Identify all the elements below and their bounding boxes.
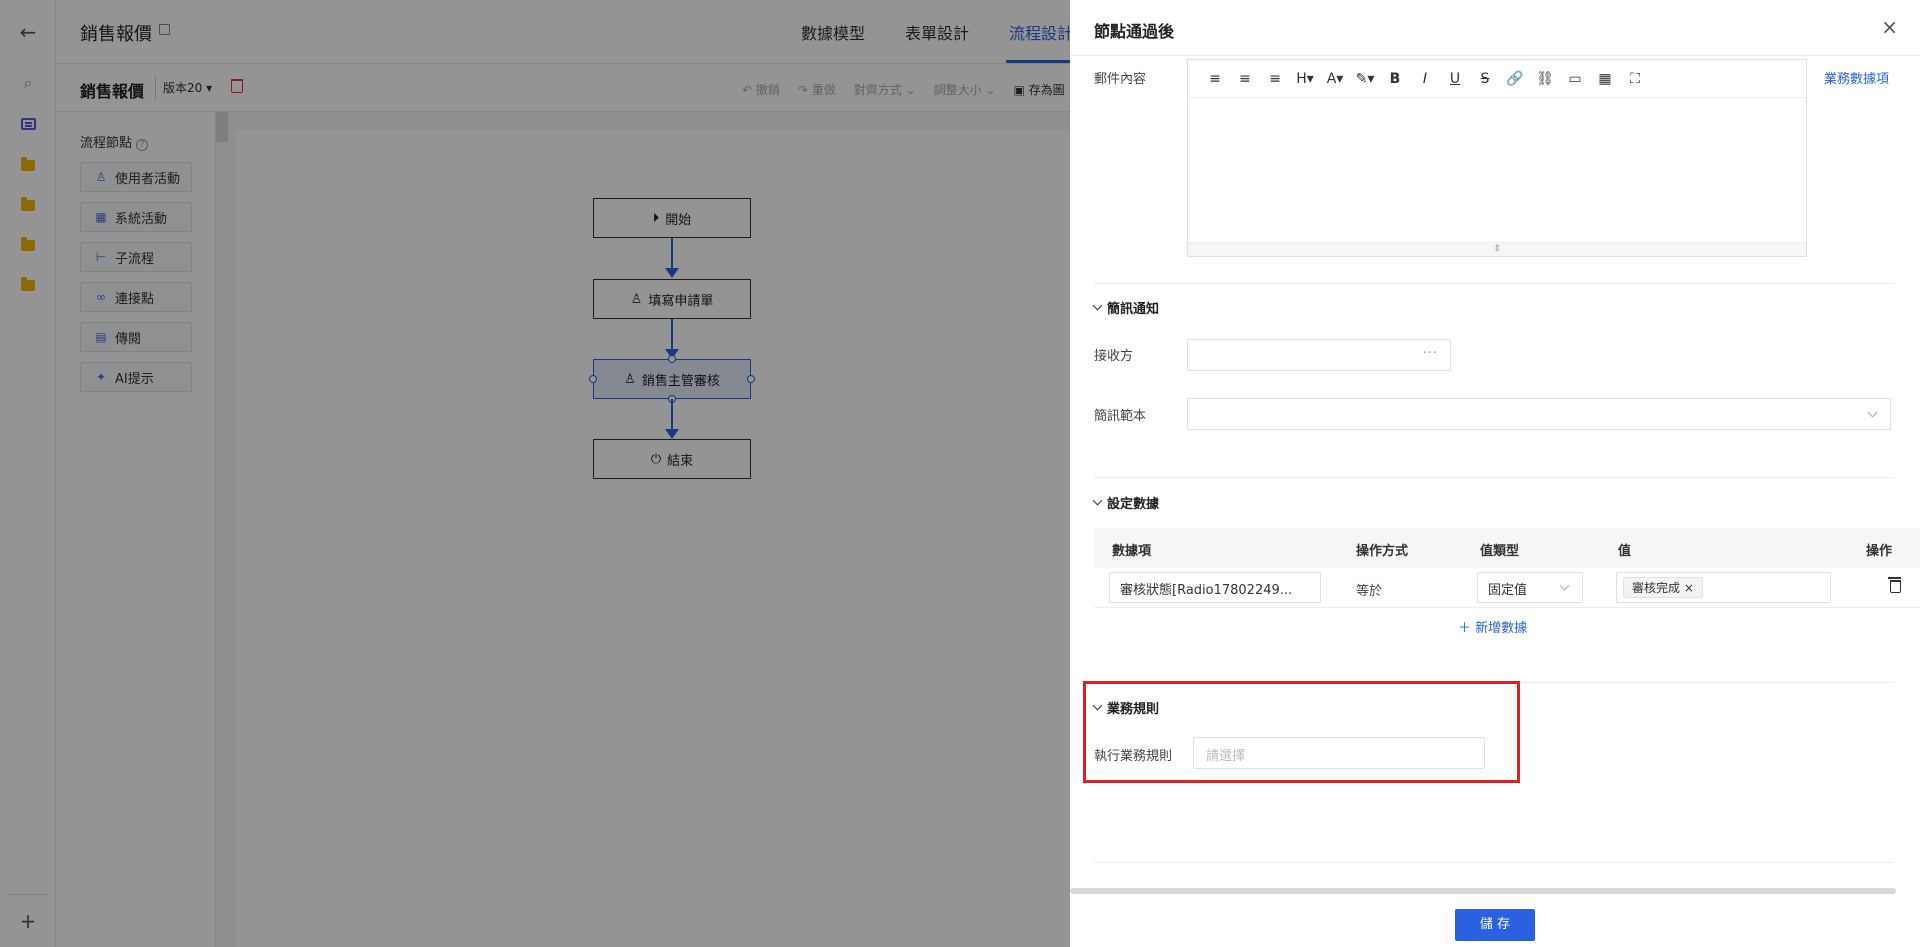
horizontal-scrollbar[interactable] — [1070, 888, 1896, 894]
align-left-icon[interactable]: ≡ — [1200, 71, 1230, 87]
sms-template-label: 簡訊範本 — [1094, 409, 1147, 424]
drawer-header: 節點通過後 × — [1070, 0, 1920, 56]
value-type-select[interactable]: 固定值 — [1477, 572, 1583, 603]
value-select[interactable]: 審核完成 × — [1616, 572, 1831, 603]
sms-section-header[interactable]: 簡訊通知 — [1092, 298, 1160, 317]
bold-icon[interactable]: B — [1380, 71, 1410, 87]
recipient-field[interactable]: ··· — [1187, 339, 1451, 371]
strikethrough-icon[interactable]: S — [1470, 71, 1500, 87]
section-divider — [1094, 283, 1894, 284]
delete-row-icon[interactable] — [1888, 577, 1901, 593]
chevron-down-icon — [1559, 580, 1570, 591]
italic-icon[interactable]: I — [1410, 71, 1440, 87]
section-divider — [1094, 477, 1894, 478]
value-type-value: 固定值 — [1488, 583, 1528, 598]
font-color-icon[interactable]: A▾ — [1320, 71, 1350, 87]
business-data-items-link[interactable]: 業務數據項 — [1824, 68, 1889, 87]
set-data-table-header: 數據項 操作方式 值類型 值 操作 — [1094, 528, 1920, 568]
fullscreen-icon[interactable]: ⛶ — [1620, 71, 1650, 87]
link-icon[interactable]: 🔗 — [1500, 71, 1530, 87]
sms-template-select[interactable] — [1187, 398, 1891, 430]
underline-icon[interactable]: U — [1440, 71, 1470, 87]
section-title: 簡訊通知 — [1107, 302, 1160, 317]
align-center-icon[interactable]: ≡ — [1230, 71, 1260, 87]
recipient-label: 接收方 — [1094, 349, 1134, 364]
col-value-type: 值類型 — [1480, 544, 1520, 559]
value-tag-text: 審核完成 — [1632, 581, 1681, 595]
image-icon[interactable]: ▭ — [1560, 71, 1590, 87]
section-divider — [1094, 862, 1894, 863]
tag-remove-icon[interactable]: × — [1684, 581, 1694, 595]
data-item-select[interactable]: 審核狀態[Radio17802249... — [1109, 572, 1321, 603]
modal-overlay[interactable] — [0, 0, 1070, 947]
more-icon[interactable]: ··· — [1423, 346, 1438, 361]
col-operation: 操作方式 — [1356, 544, 1409, 559]
align-right-icon[interactable]: ≡ — [1260, 71, 1290, 87]
operation-value: 等於 — [1356, 584, 1383, 599]
unlink-icon[interactable]: ⛓ — [1530, 71, 1560, 87]
save-button[interactable]: 儲 存 — [1455, 909, 1535, 941]
value-tag: 審核完成 × — [1623, 577, 1703, 598]
table-row: 審核狀態[Radio17802249... 等於 固定值 審核完成 × — [1094, 568, 1920, 608]
heading-icon[interactable]: H▾ — [1290, 71, 1320, 87]
drawer-title: 節點通過後 — [1094, 22, 1175, 41]
col-value: 值 — [1618, 544, 1632, 559]
set-data-section-header[interactable]: 設定數據 — [1092, 493, 1160, 512]
section-title: 設定數據 — [1107, 497, 1160, 512]
add-data-button[interactable]: ＋ 新增數據 — [1458, 617, 1527, 636]
col-data-item: 數據項 — [1112, 544, 1152, 559]
highlight-icon[interactable]: ✎▾ — [1350, 71, 1380, 87]
table-icon[interactable]: ▦ — [1590, 71, 1620, 87]
chevron-down-icon — [1092, 300, 1103, 311]
close-icon[interactable]: × — [1881, 17, 1898, 37]
col-actions: 操作 — [1866, 544, 1893, 559]
mail-content-label: 郵件內容 — [1094, 72, 1147, 87]
highlight-box — [1083, 681, 1520, 783]
editor-resize-handle[interactable]: ⇕ — [1188, 242, 1806, 256]
editor-toolbar: ≡ ≡ ≡ H▾ A▾ ✎▾ B I U S 🔗 ⛓ ▭ ▦ ⛶ — [1188, 60, 1806, 98]
mail-content-editor[interactable]: ≡ ≡ ≡ H▾ A▾ ✎▾ B I U S 🔗 ⛓ ▭ ▦ ⛶ ⇕ — [1187, 59, 1807, 257]
chevron-down-icon — [1867, 407, 1878, 418]
node-settings-drawer: 節點通過後 × 郵件內容 ≡ ≡ ≡ H▾ A▾ ✎▾ B I U S 🔗 ⛓ … — [1070, 0, 1920, 947]
data-item-value: 審核狀態[Radio17802249... — [1120, 583, 1293, 598]
chevron-down-icon — [1092, 495, 1103, 506]
